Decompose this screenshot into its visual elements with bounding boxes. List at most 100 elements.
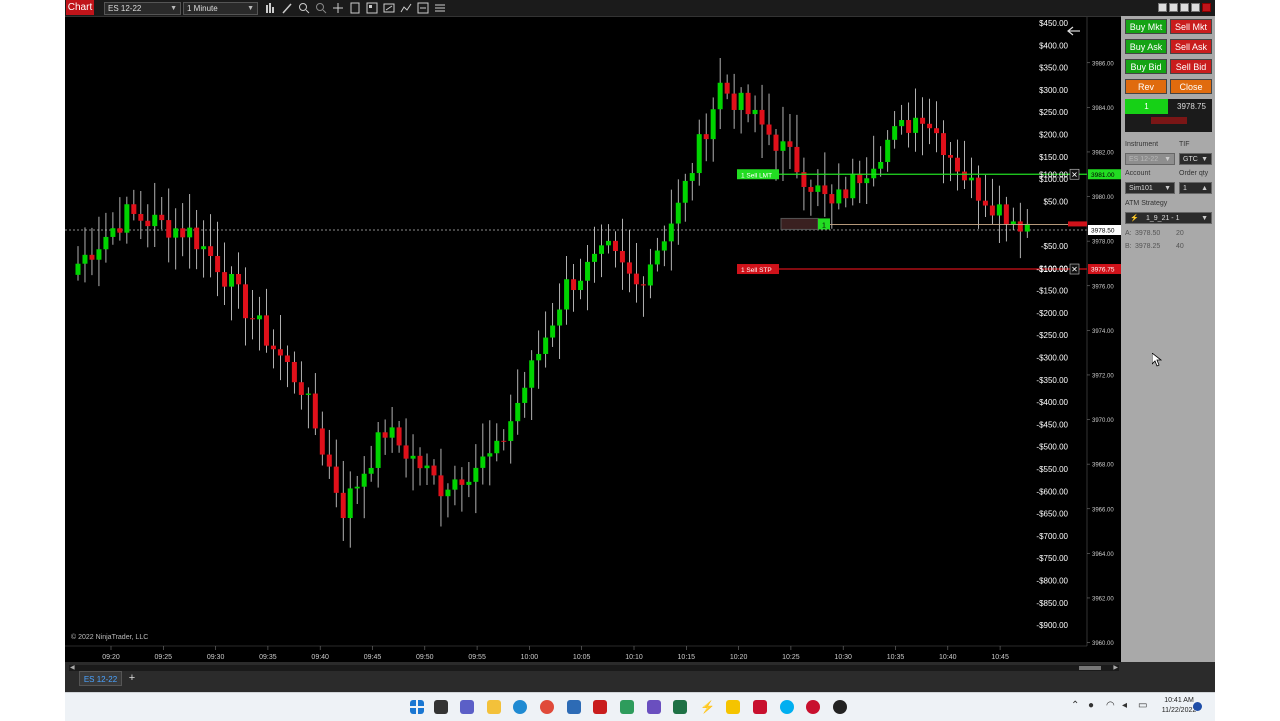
ninjatrader-icon[interactable] [806,700,820,714]
candle [717,58,723,130]
price-tick-label: 3964.00 [1092,552,1114,558]
stepper-icon[interactable]: ▲ [1201,183,1208,195]
candle [647,248,653,299]
chrome-icon[interactable] [540,700,554,714]
back-arrow-icon[interactable] [1067,26,1080,36]
candle [284,345,290,388]
buy-bid-button[interactable]: Buy Bid [1125,59,1167,74]
candle-body [619,251,625,263]
candle [633,243,639,303]
order-qty-stepper[interactable]: 1 ▲ [1179,182,1212,194]
maximize-button[interactable] [1180,3,1189,12]
candle-body [1024,223,1030,232]
scroll-thumb[interactable] [1079,666,1101,670]
candle [152,182,158,247]
candle [417,447,423,486]
position-avg-price: 3978.75 [1177,102,1206,111]
lightning-icon[interactable]: ⚡ [700,700,715,714]
bar-type-icon[interactable] [264,2,276,14]
tif-label: TIF [1179,141,1190,148]
zoom-in-icon[interactable] [298,2,310,14]
candle-body [605,240,611,246]
add-tab-button[interactable]: + [125,671,139,686]
notification-icon[interactable] [1193,702,1202,711]
speaker-icon[interactable]: ◂ [1122,700,1127,711]
zoom-out-icon[interactable] [315,2,327,14]
candle [710,97,716,162]
edge-icon[interactable] [513,700,527,714]
tab-es-12-22[interactable]: ES 12-22 [79,671,122,686]
reverse-button[interactable]: Rev [1125,79,1167,94]
account-selector[interactable]: Sim101 ▼ [1125,182,1175,194]
candle-body [145,220,151,227]
candle [166,188,172,263]
battery-icon[interactable]: ▭ [1138,700,1147,711]
buy-ask-button[interactable]: Buy Ask [1125,39,1167,54]
indicators-icon[interactable] [400,2,412,14]
close-position-button[interactable]: Close [1170,79,1212,94]
app-icon[interactable] [620,700,634,714]
candle-body [675,202,681,224]
properties-icon[interactable] [366,2,378,14]
task-view-icon[interactable] [434,700,448,714]
sell-limit-price: 3981.00 [1091,172,1115,179]
sell-market-button[interactable]: Sell Mkt [1170,19,1212,34]
scroll-left-icon[interactable]: ◀ [70,664,75,671]
price-chart[interactable]: $450.00 $400.00 $350.00 $300.00 $250.00 $200.… [65,0,1215,662]
strategies-icon[interactable] [383,2,395,14]
data-box-icon[interactable] [349,2,361,14]
wifi-icon[interactable]: ◠ [1106,700,1115,711]
app-icon[interactable] [833,700,847,714]
atm-strategy-selector[interactable]: ⚡ 1_9_21 - 1 ▼ [1125,212,1212,224]
time-tick-label: 10:00 [521,654,539,661]
candle-body [459,479,465,485]
crosshair-icon[interactable] [332,2,344,14]
drawing-tool-icon[interactable] [281,2,293,14]
candle [361,456,367,519]
candle-body [529,360,535,388]
excel-icon[interactable] [673,700,687,714]
app-icon[interactable] [726,700,740,714]
candle [347,471,353,548]
windows-start-icon[interactable] [410,700,424,714]
candle-body [808,186,814,192]
horizontal-scrollbar[interactable]: ◀ ▶ [69,665,1119,671]
store-icon[interactable] [567,700,581,714]
candle [599,224,604,278]
candle-body [333,466,339,493]
time-tick-label: 10:35 [887,654,905,661]
teams-icon[interactable] [460,700,474,714]
app-icon[interactable] [753,700,767,714]
minimize-button[interactable] [1158,3,1167,12]
buy-market-button[interactable]: Buy Mkt [1125,19,1167,34]
mcafee-icon[interactable] [593,700,607,714]
candle-body [277,349,283,356]
close-window-button[interactable] [1202,3,1211,12]
file-explorer-icon[interactable] [487,700,501,714]
chevron-up-icon[interactable]: ⌃ [1071,700,1079,711]
skype-icon[interactable] [780,700,794,714]
list-icon[interactable] [434,2,446,14]
app-icon[interactable] [647,700,661,714]
chart-tab[interactable]: Chart [66,0,94,15]
candle-body [934,128,940,134]
interval-selector[interactable]: 1 Minute ▼ [183,2,258,15]
candle-body [661,241,667,251]
sell-ask-button[interactable]: Sell Ask [1170,39,1212,54]
price-tick-label: 3984.00 [1092,106,1114,112]
candle [829,184,835,229]
templates-icon[interactable] [417,2,429,14]
candle-body [843,189,849,199]
candle [724,74,730,100]
pin-button[interactable] [1191,3,1200,12]
position-pnl-tag[interactable] [780,217,819,230]
candle-body [571,279,577,291]
restore-button[interactable] [1169,3,1178,12]
scroll-right-icon[interactable]: ▶ [1113,664,1118,671]
sell-bid-button[interactable]: Sell Bid [1170,59,1212,74]
candle [382,419,388,455]
candle [696,119,702,186]
instrument-selector[interactable]: ES 12-22 ▼ [104,2,181,15]
tif-selector[interactable]: GTC ▼ [1179,153,1212,165]
microphone-icon[interactable]: ● [1088,700,1094,711]
